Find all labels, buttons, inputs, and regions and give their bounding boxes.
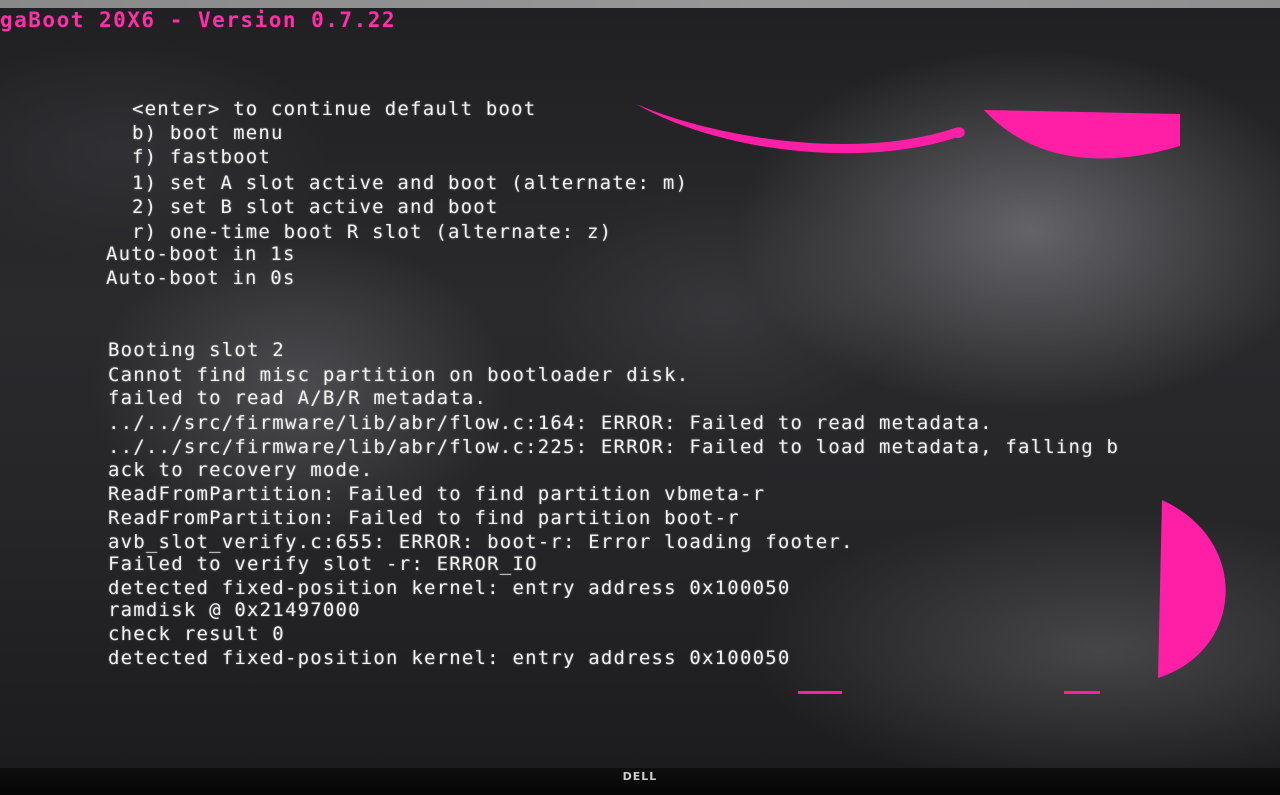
menu-option-continue[interactable]: <enter> to continue default boot [132,98,536,120]
log-line: check result 0 [108,623,285,645]
menu-option-slot-r[interactable]: r) one-time boot R slot (alternate: z) [132,221,612,243]
log-line: avb_slot_verify.c:655: ERROR: boot-r: Er… [108,531,854,553]
log-line: Booting slot 2 [108,339,285,361]
boot-console: <enter> to continue default boot b) boot… [0,0,1280,770]
log-line: ramdisk @ 0x21497000 [108,599,361,621]
dell-logo: DELL [622,770,658,783]
log-line: ReadFromPartition: Failed to find partit… [108,483,766,505]
photo-of-monitor: gaBoot 20X6 - Version 0.7.22 <enter> to … [0,0,1280,795]
log-line: Failed to verify slot -r: ERROR_IO [108,553,538,575]
log-line: Cannot find misc partition on bootloader… [108,364,690,386]
log-line: ack to recovery mode. [108,459,374,481]
log-line: detected fixed-position kernel: entry ad… [108,647,791,669]
log-line: detected fixed-position kernel: entry ad… [108,577,791,599]
countdown-line: Auto-boot in 1s [106,243,296,265]
log-line: ReadFromPartition: Failed to find partit… [108,507,740,529]
menu-option-fastboot[interactable]: f) fastboot [132,146,271,168]
log-line: ../../src/firmware/lib/abr/flow.c:164: E… [108,412,993,434]
log-line: ../../src/firmware/lib/abr/flow.c:225: E… [108,436,1120,458]
menu-option-slot-a[interactable]: 1) set A slot active and boot (alternate… [132,172,688,194]
menu-option-boot-menu[interactable]: b) boot menu [132,122,284,144]
menu-option-slot-b[interactable]: 2) set B slot active and boot [132,196,499,218]
countdown-line: Auto-boot in 0s [106,267,296,289]
log-line: failed to read A/B/R metadata. [108,387,488,409]
